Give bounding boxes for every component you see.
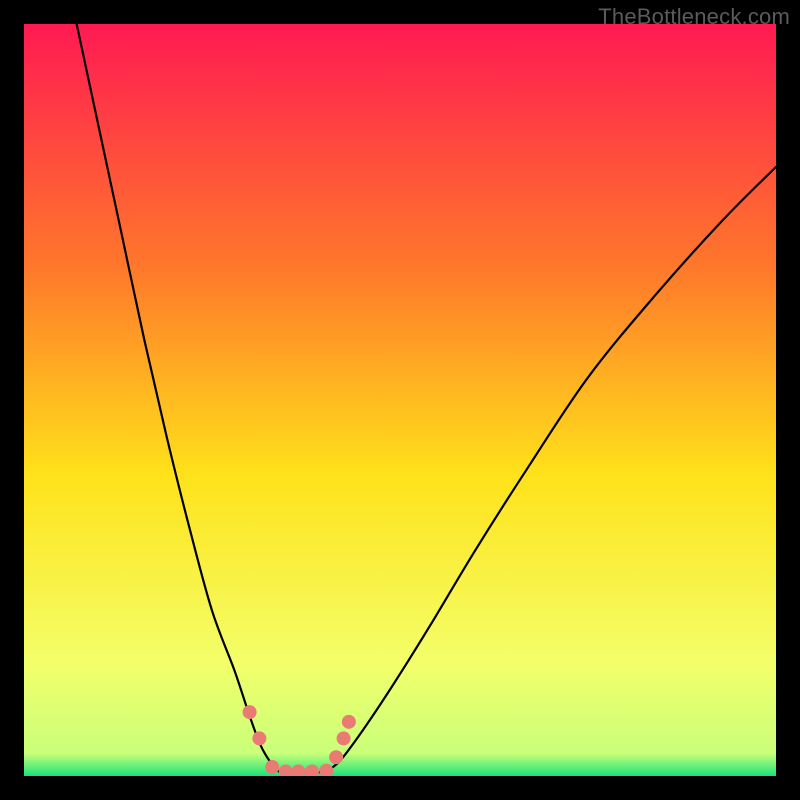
data-point-marker: [329, 750, 343, 764]
chart-frame: [24, 24, 776, 776]
data-point-marker: [342, 715, 356, 729]
gradient-background: [24, 24, 776, 776]
bottleneck-curve-chart: [24, 24, 776, 776]
data-point-marker: [265, 760, 279, 774]
data-point-marker: [252, 731, 266, 745]
data-point-marker: [243, 705, 257, 719]
data-point-marker: [337, 731, 351, 745]
